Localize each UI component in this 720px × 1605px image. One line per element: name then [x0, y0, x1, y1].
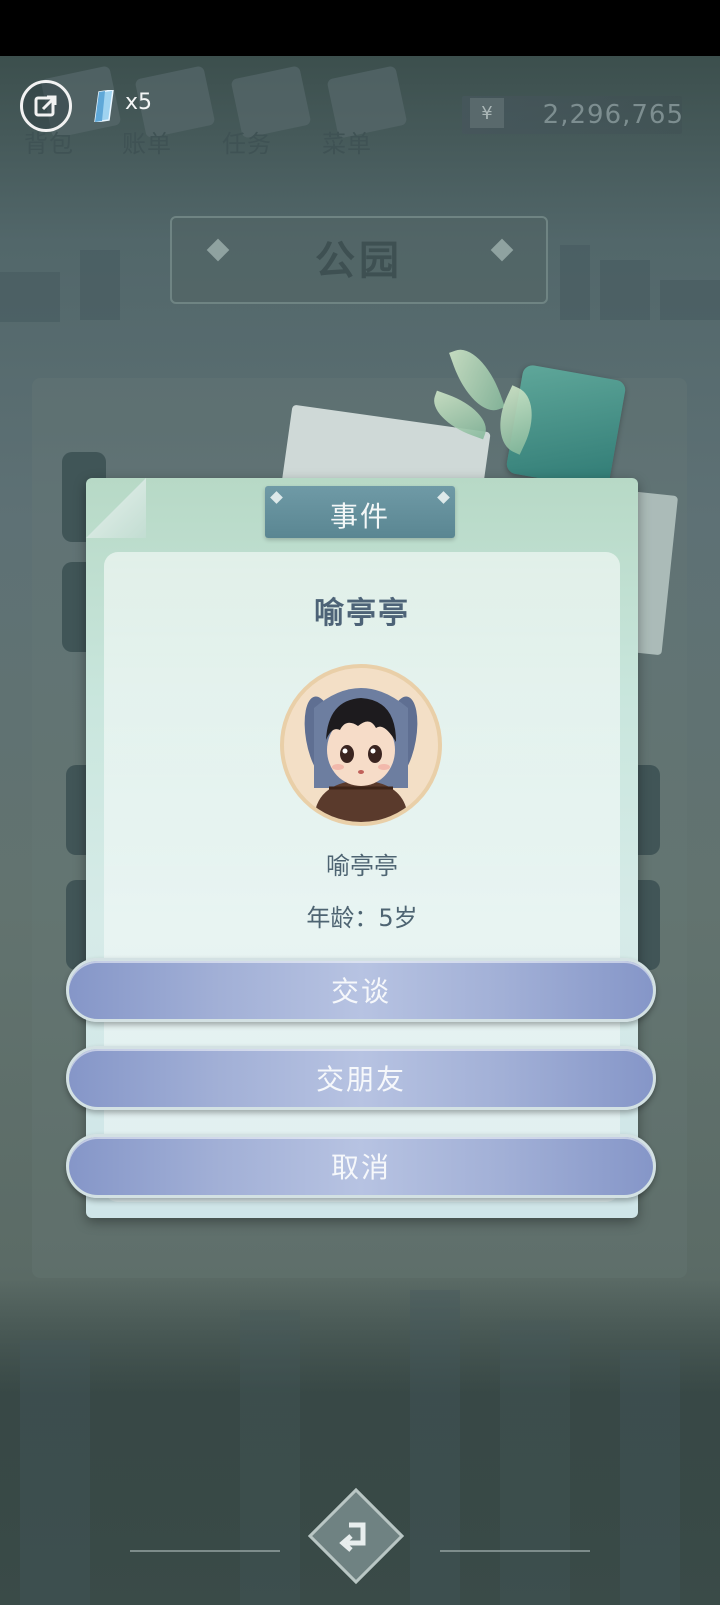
location-title: 公园 [315, 238, 403, 284]
talk-button[interactable]: 交谈 [66, 958, 656, 1022]
tab-task[interactable]: 任务 [222, 124, 272, 159]
skyline-building [560, 245, 590, 320]
skyline-building [410, 1290, 460, 1605]
skyline-building [0, 272, 60, 322]
money-value: 2,296,765 [542, 100, 684, 130]
divider [130, 1550, 280, 1552]
befriend-button[interactable]: 交朋友 [66, 1046, 656, 1110]
status-bar [0, 0, 720, 56]
skyline-building [620, 1350, 680, 1605]
npc-age: 年龄：5岁 [104, 898, 620, 933]
skyline-building [660, 280, 720, 320]
event-title: 事件 [329, 500, 390, 533]
child-portrait-icon [304, 688, 418, 822]
exit-button[interactable] [20, 80, 72, 132]
age-label: 年龄： [306, 904, 379, 932]
yen-icon: ¥ [470, 98, 504, 128]
skyline-building [240, 1310, 300, 1605]
npc-name-heading: 喻亭亭 [314, 596, 410, 631]
skyline-building [600, 260, 650, 320]
return-arrow-icon [322, 1502, 390, 1570]
npc-avatar [280, 664, 442, 826]
skyline-building [500, 1320, 570, 1605]
gem-count: x5 [125, 90, 153, 115]
divider [440, 1550, 590, 1552]
tab-bill[interactable]: 账单 [122, 124, 172, 159]
age-value: 5岁 [378, 904, 418, 932]
cancel-button[interactable]: 取消 [66, 1134, 656, 1198]
npc-name: 喻亭亭 [326, 852, 398, 880]
skyline-building [20, 1340, 90, 1605]
exit-icon [34, 95, 57, 117]
skyline-building [80, 250, 120, 320]
diamond-icon [94, 90, 114, 122]
tab-menu[interactable]: 菜单 [322, 124, 372, 159]
